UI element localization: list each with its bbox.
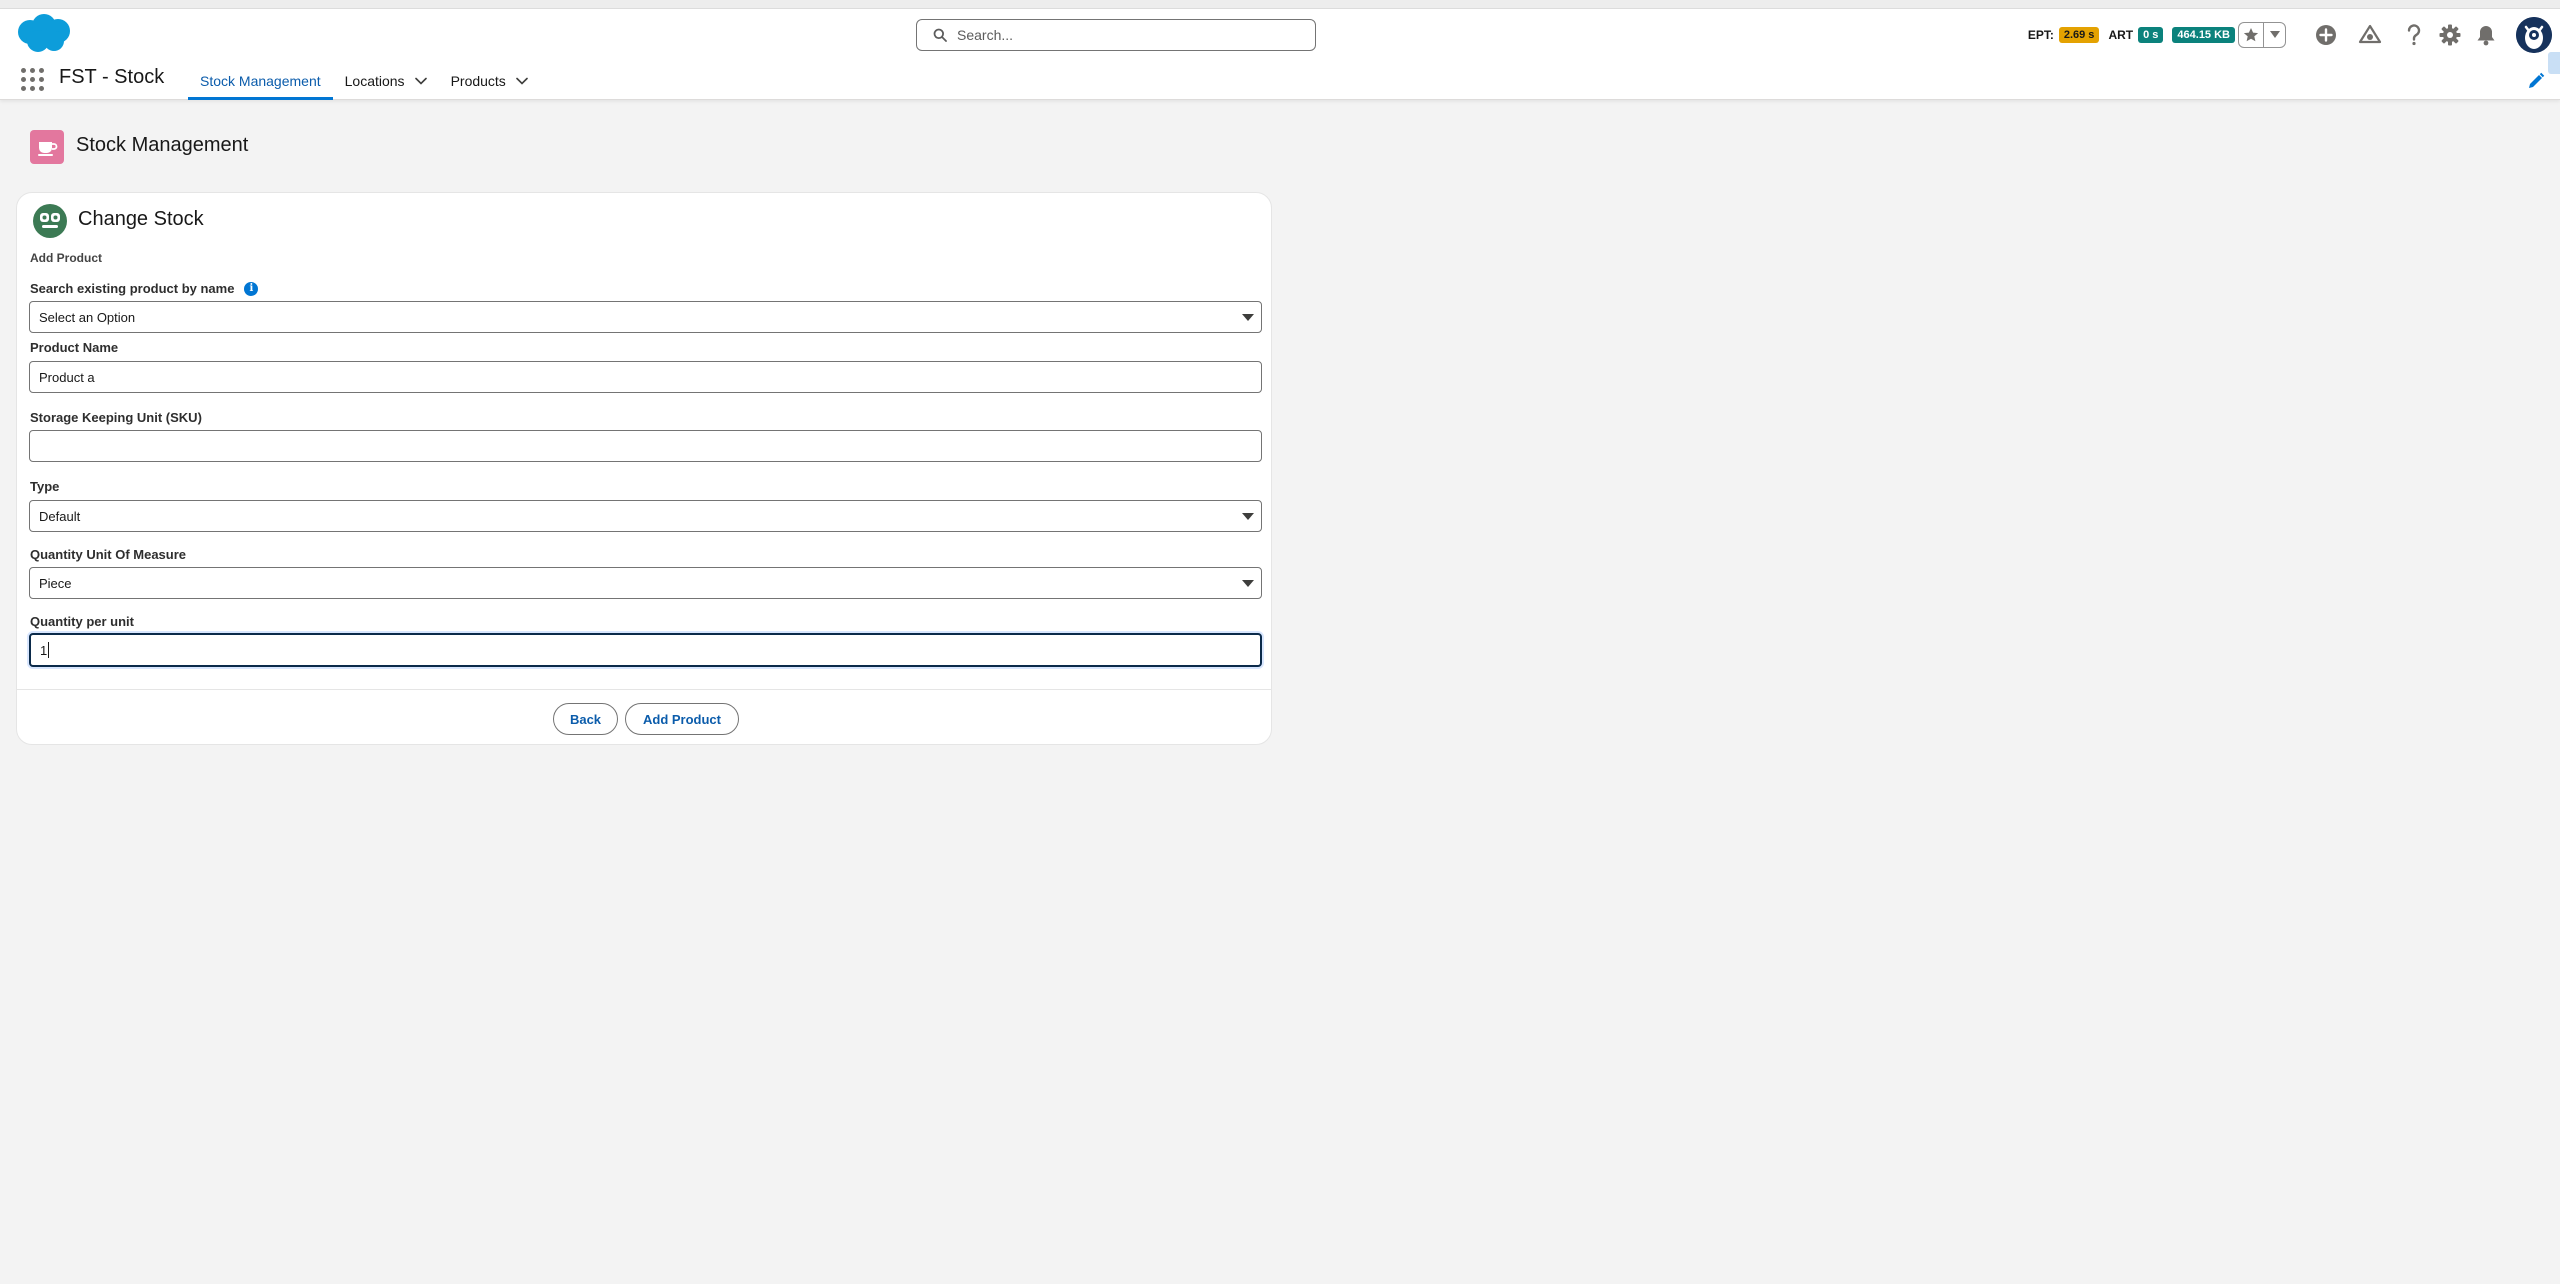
browser-top-strip: [0, 0, 2560, 9]
tab-products[interactable]: Products: [439, 61, 540, 101]
section-label: Add Product: [30, 251, 102, 265]
add-product-button[interactable]: Add Product: [625, 703, 739, 735]
chevron-down-icon[interactable]: [414, 77, 427, 85]
favorites-group: [2238, 22, 2286, 48]
salesforce-cloud-logo[interactable]: [14, 13, 74, 55]
tab-stock-management[interactable]: Stock Management: [188, 61, 333, 101]
type-label: Type: [30, 479, 60, 494]
trailhead-button[interactable]: [2352, 19, 2388, 51]
gear-icon: [2439, 24, 2461, 46]
notifications-button[interactable]: [2468, 19, 2504, 51]
uom-select[interactable]: Piece: [29, 567, 1262, 599]
global-actions-button[interactable]: [2308, 19, 2344, 51]
product-name-label: Product Name: [30, 340, 119, 355]
product-name-input[interactable]: Product a: [29, 361, 1262, 393]
caret-down-icon: [1242, 513, 1254, 520]
search-icon: [933, 28, 947, 42]
utility-bar: EPT: 2.69 s ART 0 s 464.15 KB: [2027, 17, 2560, 53]
uom-label: Quantity Unit Of Measure: [30, 547, 187, 562]
trailhead-icon: [2358, 24, 2382, 44]
art-label: ART: [2108, 28, 2134, 42]
favorites-menu-button[interactable]: [2263, 23, 2285, 47]
back-button[interactable]: Back: [553, 703, 618, 735]
edit-nav-pencil-icon[interactable]: [2526, 71, 2546, 91]
page-title: Stock Management: [76, 134, 249, 156]
caret-down-icon: [1242, 580, 1254, 587]
card-icon: [33, 204, 67, 238]
search-product-label: Search existing product by name i: [30, 281, 259, 296]
qty-per-unit-label: Quantity per unit: [30, 614, 134, 629]
card-footer-divider: [17, 689, 1271, 690]
search-placeholder: Search...: [957, 27, 1014, 43]
tab-label: Locations: [344, 73, 405, 89]
app-launcher-waffle-icon[interactable]: [20, 67, 44, 91]
art-badge: 0 s: [2138, 27, 2164, 43]
chevron-down-icon: [2269, 31, 2280, 38]
tab-locations[interactable]: Locations: [333, 61, 439, 101]
ept-label: EPT:: [2027, 28, 2054, 42]
side-panel-handle[interactable]: [2548, 52, 2560, 74]
app-navigation-bar: FST - Stock Stock Management Locations P…: [0, 61, 2560, 101]
app-name: FST - Stock: [59, 66, 165, 88]
star-icon: [2243, 28, 2259, 42]
card-title: Change Stock: [78, 208, 204, 230]
search-product-combobox[interactable]: Select an Option: [29, 301, 1262, 333]
question-mark-icon: [2407, 24, 2421, 46]
sku-label: Storage Keeping Unit (SKU): [30, 410, 202, 425]
favorite-star-button[interactable]: [2239, 23, 2263, 47]
tab-label: Stock Management: [200, 73, 321, 89]
text-cursor: [48, 642, 50, 658]
page-icon: [30, 130, 64, 164]
user-avatar[interactable]: [2516, 17, 2552, 53]
change-stock-card: Change Stock Add Product Search existing…: [16, 192, 1272, 745]
help-button[interactable]: [2396, 19, 2432, 51]
nav-tabs: Stock Management Locations Products: [188, 61, 540, 101]
sku-input[interactable]: [29, 430, 1262, 462]
plus-circle-icon: [2316, 25, 2336, 45]
info-icon[interactable]: i: [244, 281, 259, 296]
astro-avatar-icon: [2516, 17, 2552, 53]
global-search-input[interactable]: Search...: [916, 19, 1316, 51]
chevron-down-icon[interactable]: [516, 77, 528, 85]
type-select[interactable]: Default: [29, 500, 1262, 532]
ept-badge: 2.69 s: [2058, 27, 2100, 43]
setup-button[interactable]: [2432, 19, 2468, 51]
bell-icon: [2477, 26, 2495, 46]
caret-down-icon: [1242, 314, 1254, 321]
page-size-badge: 464.15 KB: [2172, 27, 2235, 43]
robot-face-icon: [40, 213, 60, 228]
qty-per-unit-input[interactable]: 1: [29, 633, 1262, 667]
tab-label: Products: [450, 73, 506, 89]
global-header: Search... EPT: 2.69 s ART 0 s 464.15 KB: [0, 9, 2560, 100]
cup-icon: [38, 142, 58, 156]
